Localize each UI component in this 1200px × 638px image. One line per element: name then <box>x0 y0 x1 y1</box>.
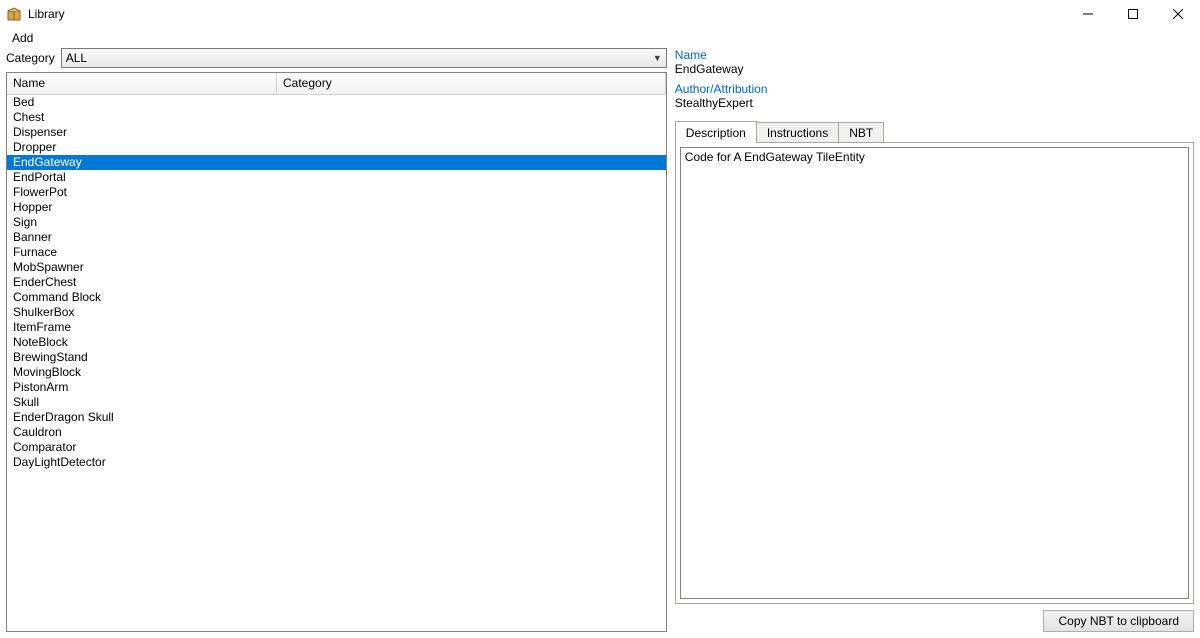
list-item[interactable]: Hopper <box>7 200 666 215</box>
list-item[interactable]: Dropper <box>7 140 666 155</box>
minimize-button[interactable] <box>1065 0 1110 28</box>
left-pane: Category ALL ▼ Name Category BedChestDis… <box>6 48 667 632</box>
right-pane: Name EndGateway Author/Attribution Steal… <box>675 48 1194 632</box>
list-item-name: Comparator <box>7 440 407 455</box>
list-item-name: FlowerPot <box>7 185 407 200</box>
list-item-name: MobSpawner <box>7 260 407 275</box>
list-item[interactable]: EnderDragon Skull <box>7 410 666 425</box>
category-label: Category <box>6 51 55 65</box>
list-item-name: ShulkerBox <box>7 305 407 320</box>
close-button[interactable] <box>1155 0 1200 28</box>
list-item[interactable]: ShulkerBox <box>7 305 666 320</box>
category-combo[interactable]: ALL ▼ <box>61 48 667 68</box>
list-item[interactable]: DayLightDetector <box>7 455 666 470</box>
chevron-down-icon: ▼ <box>653 53 662 63</box>
list-item-name: Dispenser <box>7 125 407 140</box>
list-item[interactable]: EndGateway <box>7 155 666 170</box>
menu-add[interactable]: Add <box>6 29 39 47</box>
list-item[interactable]: Comparator <box>7 440 666 455</box>
list-item-name: Dropper <box>7 140 407 155</box>
list-item-name: EndPortal <box>7 170 407 185</box>
copy-nbt-button[interactable]: Copy NBT to clipboard <box>1043 610 1194 632</box>
window-title: Library <box>28 7 65 21</box>
tab-panel <box>675 142 1194 604</box>
list-item[interactable]: Command Block <box>7 290 666 305</box>
titlebar: Library <box>0 0 1200 28</box>
list-item[interactable]: Sign <box>7 215 666 230</box>
list-item[interactable]: Chest <box>7 110 666 125</box>
list-item[interactable]: Banner <box>7 230 666 245</box>
app-icon <box>6 6 22 22</box>
listview-header: Name Category <box>7 73 666 95</box>
list-item[interactable]: BrewingStand <box>7 350 666 365</box>
list-item[interactable]: MovingBlock <box>7 365 666 380</box>
menubar: Add <box>0 28 1200 48</box>
detail-name-label: Name <box>675 48 1194 62</box>
list-item[interactable]: ItemFrame <box>7 320 666 335</box>
list-item[interactable]: Bed <box>7 95 666 110</box>
tab-instructions[interactable]: Instructions <box>756 122 839 143</box>
column-name[interactable]: Name <box>7 73 277 94</box>
tab-nbt[interactable]: NBT <box>838 122 884 143</box>
list-item-name: EnderDragon Skull <box>7 410 407 425</box>
list-item-name: MovingBlock <box>7 365 407 380</box>
list-item[interactable]: PistonArm <box>7 380 666 395</box>
list-item-name: Furnace <box>7 245 407 260</box>
category-combo-value: ALL <box>66 51 87 65</box>
list-item[interactable]: Skull <box>7 395 666 410</box>
list-item[interactable]: Cauldron <box>7 425 666 440</box>
list-item-name: Sign <box>7 215 407 230</box>
list-item-name: EndGateway <box>7 155 407 170</box>
detail-author-label: Author/Attribution <box>675 82 1194 96</box>
description-textbox[interactable] <box>680 147 1189 599</box>
item-listview[interactable]: Name Category BedChestDispenserDropperEn… <box>6 72 667 632</box>
window-controls <box>1065 0 1200 28</box>
list-item-name: BrewingStand <box>7 350 407 365</box>
list-item-name: Skull <box>7 395 407 410</box>
tab-description[interactable]: Description <box>675 121 757 143</box>
list-item-name: NoteBlock <box>7 335 407 350</box>
list-item[interactable]: EndPortal <box>7 170 666 185</box>
list-item[interactable]: EnderChest <box>7 275 666 290</box>
list-item-name: Command Block <box>7 290 407 305</box>
list-item[interactable]: FlowerPot <box>7 185 666 200</box>
detail-name-value: EndGateway <box>675 62 1194 76</box>
list-item-name: Chest <box>7 110 407 125</box>
list-item-name: Banner <box>7 230 407 245</box>
list-item[interactable]: Dispenser <box>7 125 666 140</box>
list-item-name: PistonArm <box>7 380 407 395</box>
list-item-name: Bed <box>7 95 407 110</box>
list-item-name: DayLightDetector <box>7 455 407 470</box>
list-item[interactable]: NoteBlock <box>7 335 666 350</box>
list-item-name: Hopper <box>7 200 407 215</box>
maximize-button[interactable] <box>1110 0 1155 28</box>
detail-author-value: StealthyExpert <box>675 96 1194 110</box>
tab-strip: Description Instructions NBT <box>675 122 1194 143</box>
list-item[interactable]: Furnace <box>7 245 666 260</box>
column-category[interactable]: Category <box>277 73 666 94</box>
list-item[interactable]: MobSpawner <box>7 260 666 275</box>
list-item-name: ItemFrame <box>7 320 407 335</box>
list-item-name: EnderChest <box>7 275 407 290</box>
list-item-name: Cauldron <box>7 425 407 440</box>
